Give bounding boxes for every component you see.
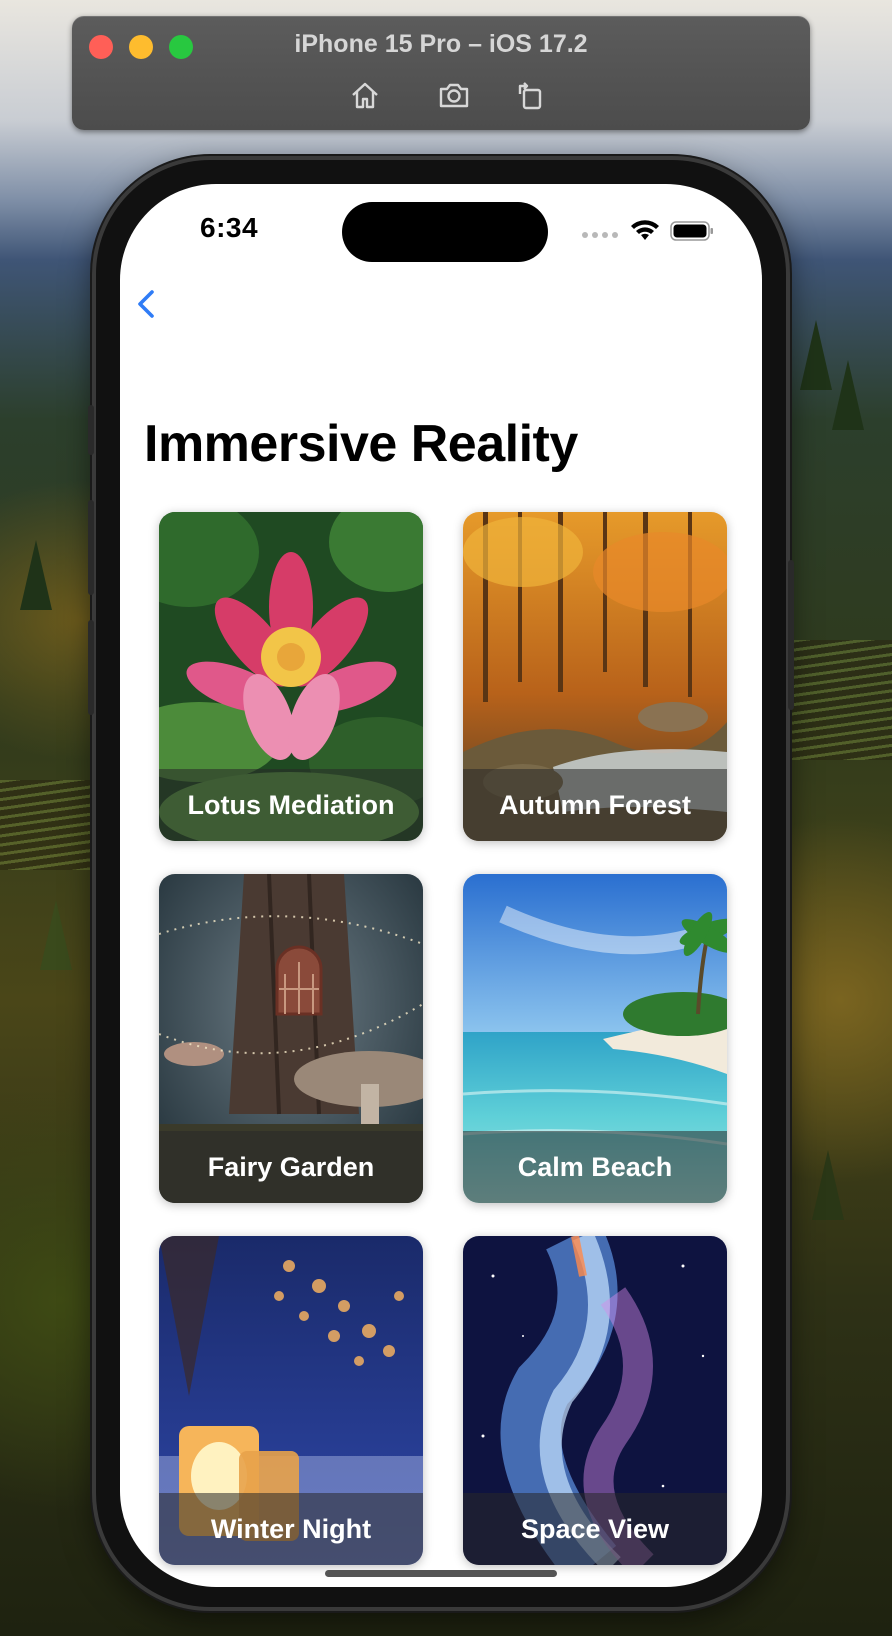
power-button <box>788 560 794 710</box>
background-tree <box>832 360 864 430</box>
rotate-icon[interactable] <box>512 78 548 112</box>
background-tree <box>812 1150 844 1220</box>
card-space-view[interactable]: Space View <box>463 1236 727 1565</box>
card-calm-beach[interactable]: Calm Beach <box>463 874 727 1203</box>
page-title: Immersive Reality <box>144 415 578 473</box>
card-label: Winter Night <box>159 1493 423 1565</box>
home-indicator[interactable] <box>325 1570 557 1577</box>
card-label: Space View <box>463 1493 727 1565</box>
card-label: Lotus Mediation <box>159 769 423 841</box>
chevron-left-icon[interactable] <box>130 284 164 324</box>
simulator-title-bar: iPhone 15 Pro – iOS 17.2 <box>72 16 810 130</box>
card-winter-night[interactable]: Winter Night <box>159 1236 423 1565</box>
action-button <box>88 405 94 455</box>
card-label: Autumn Forest <box>463 769 727 841</box>
battery-icon <box>670 221 713 241</box>
card-label: Calm Beach <box>463 1131 727 1203</box>
simulator-title: iPhone 15 Pro – iOS 17.2 <box>294 30 588 58</box>
background-tree <box>40 900 72 970</box>
wifi-icon <box>631 220 659 240</box>
card-label: Fairy Garden <box>159 1131 423 1203</box>
background-vineyard <box>0 780 90 870</box>
iphone-device: 6:34 Immersive Reality Lotus Mediation A… <box>88 156 794 1611</box>
card-autumn-forest[interactable]: Autumn Forest <box>463 512 727 841</box>
dynamic-island <box>342 202 548 262</box>
background-tree <box>20 540 52 610</box>
screenshot-icon[interactable] <box>436 78 472 112</box>
home-icon[interactable] <box>347 78 383 112</box>
volume-down-button <box>88 620 94 715</box>
card-fairy-garden[interactable]: Fairy Garden <box>159 874 423 1203</box>
phone-screen: 6:34 Immersive Reality Lotus Mediation A… <box>120 184 762 1587</box>
card-lotus-mediation[interactable]: Lotus Mediation <box>159 512 423 841</box>
signal-dots-icon <box>582 232 618 238</box>
volume-up-button <box>88 500 94 595</box>
background-tree <box>800 320 832 390</box>
status-time: 6:34 <box>200 212 259 243</box>
background-vineyard <box>790 640 892 760</box>
